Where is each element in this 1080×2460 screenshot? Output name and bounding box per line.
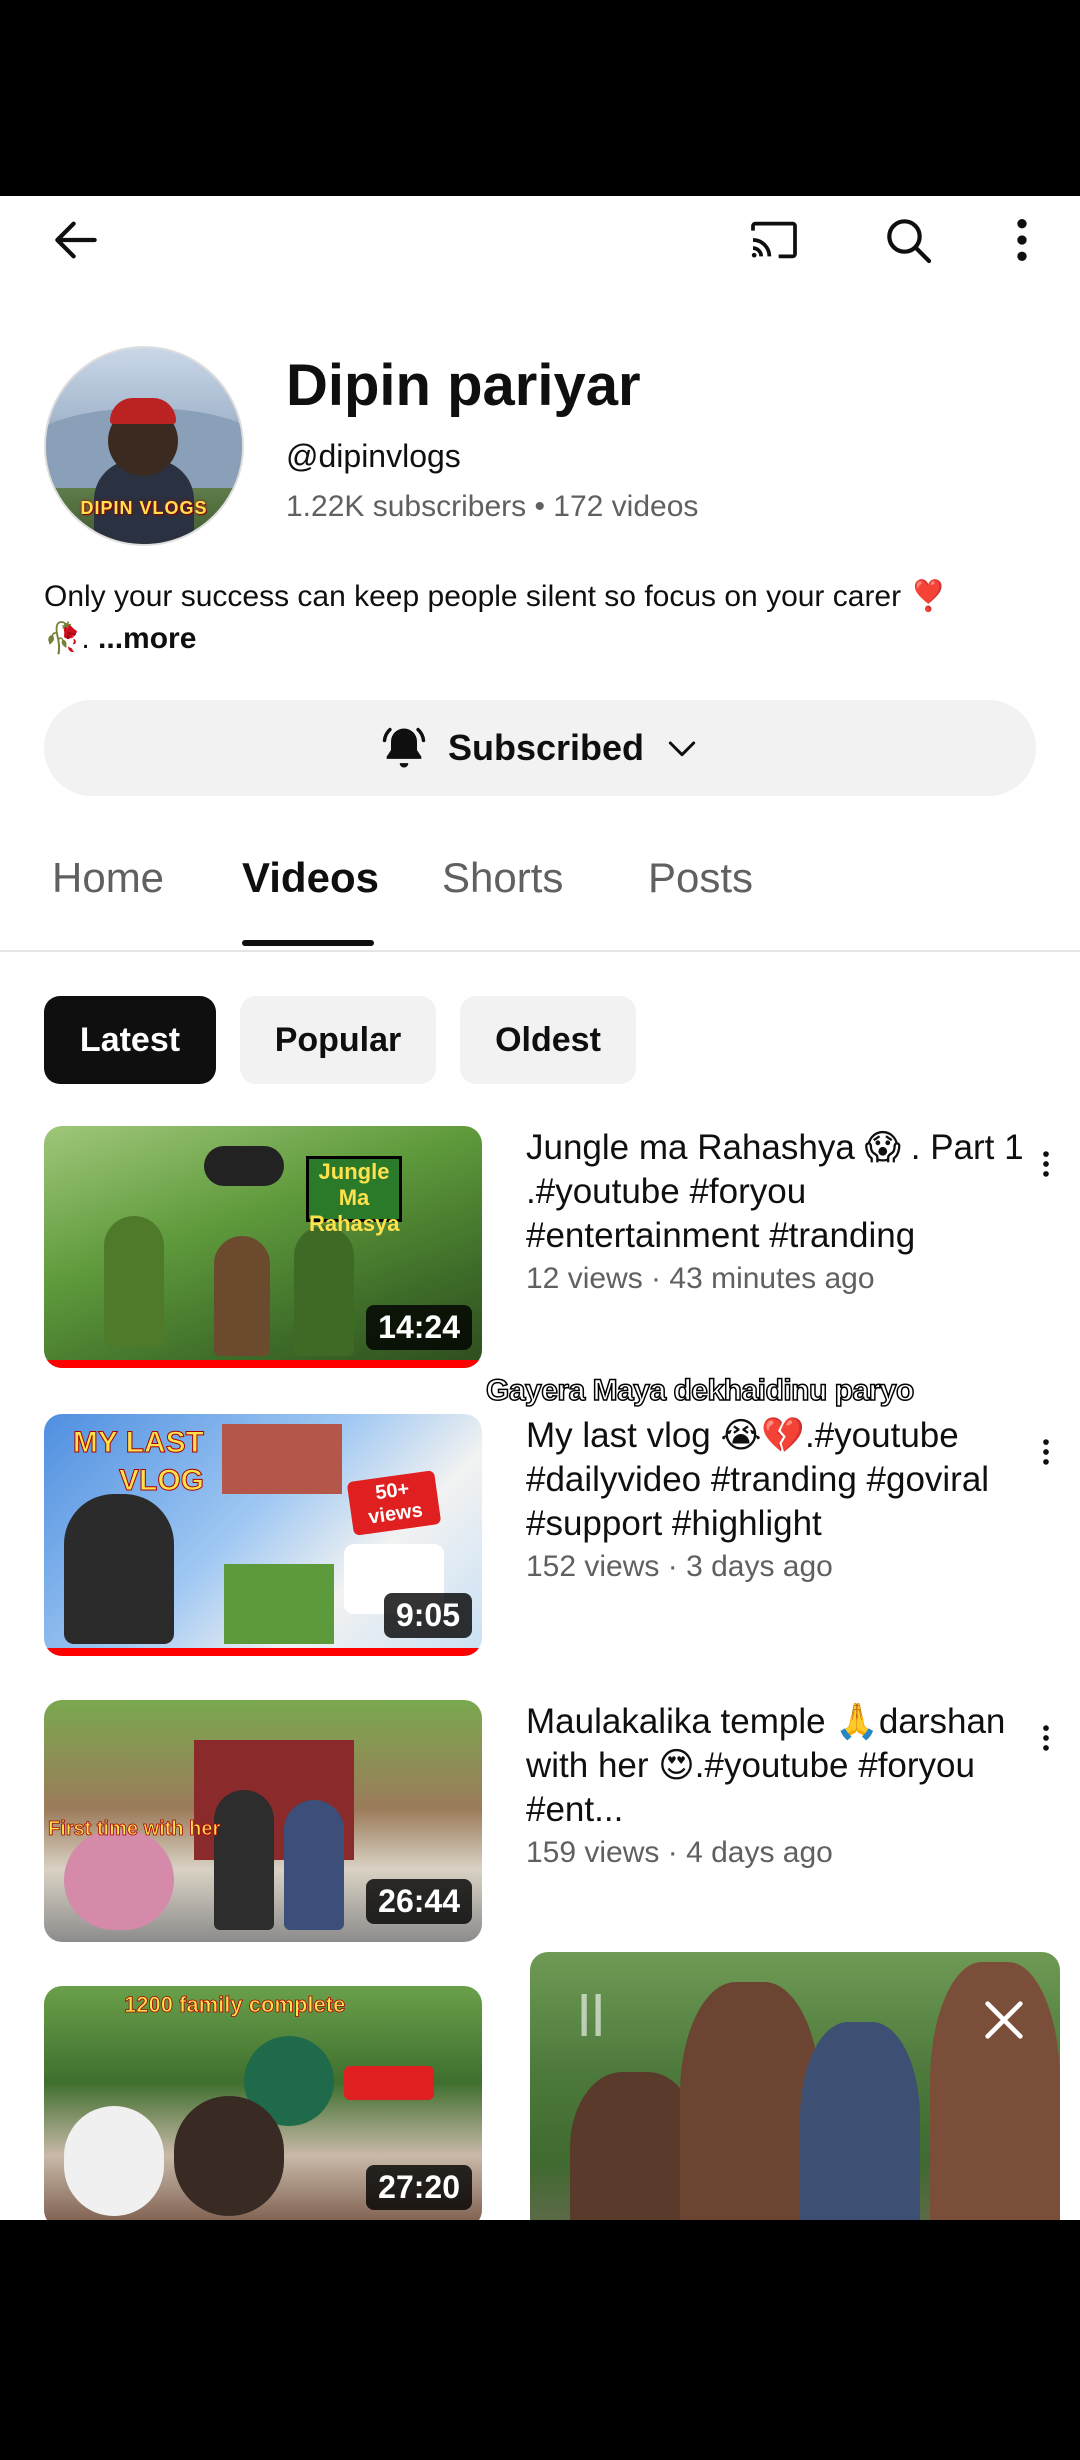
top-app-bar bbox=[0, 196, 1080, 280]
thumbnail-text: First time with her bbox=[48, 1818, 221, 1841]
video-meta: 159 views · 4 days ago bbox=[526, 1836, 833, 1869]
tab-posts[interactable]: Posts bbox=[648, 854, 753, 902]
overlay-caption: Gayera Maya dekhaidinu paryo bbox=[485, 1373, 915, 1408]
video-meta: 152 views · 3 days ago bbox=[526, 1550, 833, 1583]
thumbnail-text: 1200 family complete bbox=[124, 1992, 346, 2018]
close-icon[interactable] bbox=[976, 1992, 1032, 2048]
subscribed-button[interactable]: Subscribed bbox=[44, 700, 1036, 796]
video-info: Jungle ma Rahashya 😱 . Part 1 .#youtube … bbox=[526, 1126, 1049, 1296]
more-vert-icon bbox=[1043, 1725, 1049, 1751]
video-duration: 26:44 bbox=[366, 1879, 472, 1924]
subscribed-label: Subscribed bbox=[447, 727, 645, 768]
video-duration: 14:24 bbox=[366, 1305, 472, 1350]
video-thumbnail[interactable]: First time with her 26:44 bbox=[44, 1700, 482, 1942]
channel-stats: 1.22K subscribers • 172 videos bbox=[286, 490, 699, 523]
video-thumbnail[interactable]: 1200 family complete 27:20 bbox=[44, 1986, 482, 2220]
search-icon bbox=[887, 219, 932, 264]
active-tab-indicator bbox=[242, 940, 374, 946]
video-menu-button[interactable] bbox=[1026, 1134, 1066, 1194]
watch-progress-bar bbox=[44, 1648, 482, 1656]
more-options-button[interactable] bbox=[986, 204, 1058, 276]
chevron-down-icon bbox=[668, 741, 696, 757]
video-title[interactable]: Jungle ma Rahashya 😱 . Part 1 .#youtube … bbox=[526, 1126, 1046, 1258]
chip-latest[interactable]: Latest bbox=[44, 996, 216, 1084]
back-button[interactable] bbox=[40, 204, 112, 276]
more-vert-icon bbox=[1017, 219, 1027, 261]
mini-player[interactable] bbox=[530, 1952, 1060, 2220]
video-title[interactable]: Maulakalika temple 🙏darshan with her 😍.#… bbox=[526, 1700, 1046, 1832]
channel-page: DIPIN VLOGS Dipin pariyar @dipinvlogs 1.… bbox=[0, 196, 1080, 2220]
avatar[interactable]: DIPIN VLOGS bbox=[44, 346, 244, 546]
watch-progress-bar bbox=[44, 1360, 482, 1368]
tab-videos[interactable]: Videos bbox=[242, 854, 379, 902]
video-thumbnail[interactable]: Jungle Ma Rahasya 14:24 bbox=[44, 1126, 482, 1368]
system-nav-area bbox=[0, 2220, 1080, 2460]
thumbnail-text: Jungle Ma Rahasya bbox=[306, 1156, 402, 1236]
video-menu-button[interactable] bbox=[1026, 1708, 1066, 1768]
thumbnail-badge: 50+ views bbox=[346, 1470, 442, 1536]
cast-icon bbox=[751, 221, 797, 259]
tab-shorts[interactable]: Shorts bbox=[442, 854, 563, 902]
video-thumbnail[interactable]: MY LAST VLOG 50+ views 9:05 bbox=[44, 1414, 482, 1656]
channel-name: Dipin pariyar bbox=[286, 353, 641, 418]
search-button[interactable] bbox=[872, 204, 944, 276]
video-duration: 9:05 bbox=[383, 1593, 472, 1638]
cast-button[interactable] bbox=[738, 204, 810, 276]
video-info: My last vlog 😭💔.#youtube #dailyvideo #tr… bbox=[526, 1414, 1049, 1584]
video-meta: 12 views · 43 minutes ago bbox=[526, 1262, 875, 1295]
video-title[interactable]: My last vlog 😭💔.#youtube #dailyvideo #tr… bbox=[526, 1414, 1046, 1546]
video-menu-button[interactable] bbox=[1026, 1422, 1066, 1482]
chip-oldest[interactable]: Oldest bbox=[460, 996, 636, 1084]
video-info: Maulakalika temple 🙏darshan with her 😍.#… bbox=[526, 1700, 1049, 1870]
more-vert-icon bbox=[1043, 1151, 1049, 1177]
description-text: Only your success can keep people silent… bbox=[44, 580, 947, 613]
back-arrow-icon bbox=[55, 221, 97, 259]
thumbnail-text: MY LAST VLOG bbox=[72, 1426, 204, 1498]
more-link[interactable]: ...more bbox=[98, 622, 196, 655]
channel-description[interactable]: Only your success can keep people silent… bbox=[44, 576, 1044, 660]
bell-icon bbox=[382, 727, 426, 768]
channel-handle: @dipinvlogs bbox=[286, 438, 461, 474]
channel-tabs: Home Videos Shorts Posts bbox=[0, 830, 1080, 952]
chip-popular[interactable]: Popular bbox=[240, 996, 436, 1084]
description-text-line2: 🥀. bbox=[44, 622, 99, 655]
tab-home[interactable]: Home bbox=[52, 854, 164, 902]
pause-icon[interactable] bbox=[580, 1994, 604, 2036]
avatar-logo-text: DIPIN VLOGS bbox=[80, 498, 208, 518]
video-duration: 27:20 bbox=[366, 2165, 472, 2210]
more-vert-icon bbox=[1043, 1439, 1049, 1465]
